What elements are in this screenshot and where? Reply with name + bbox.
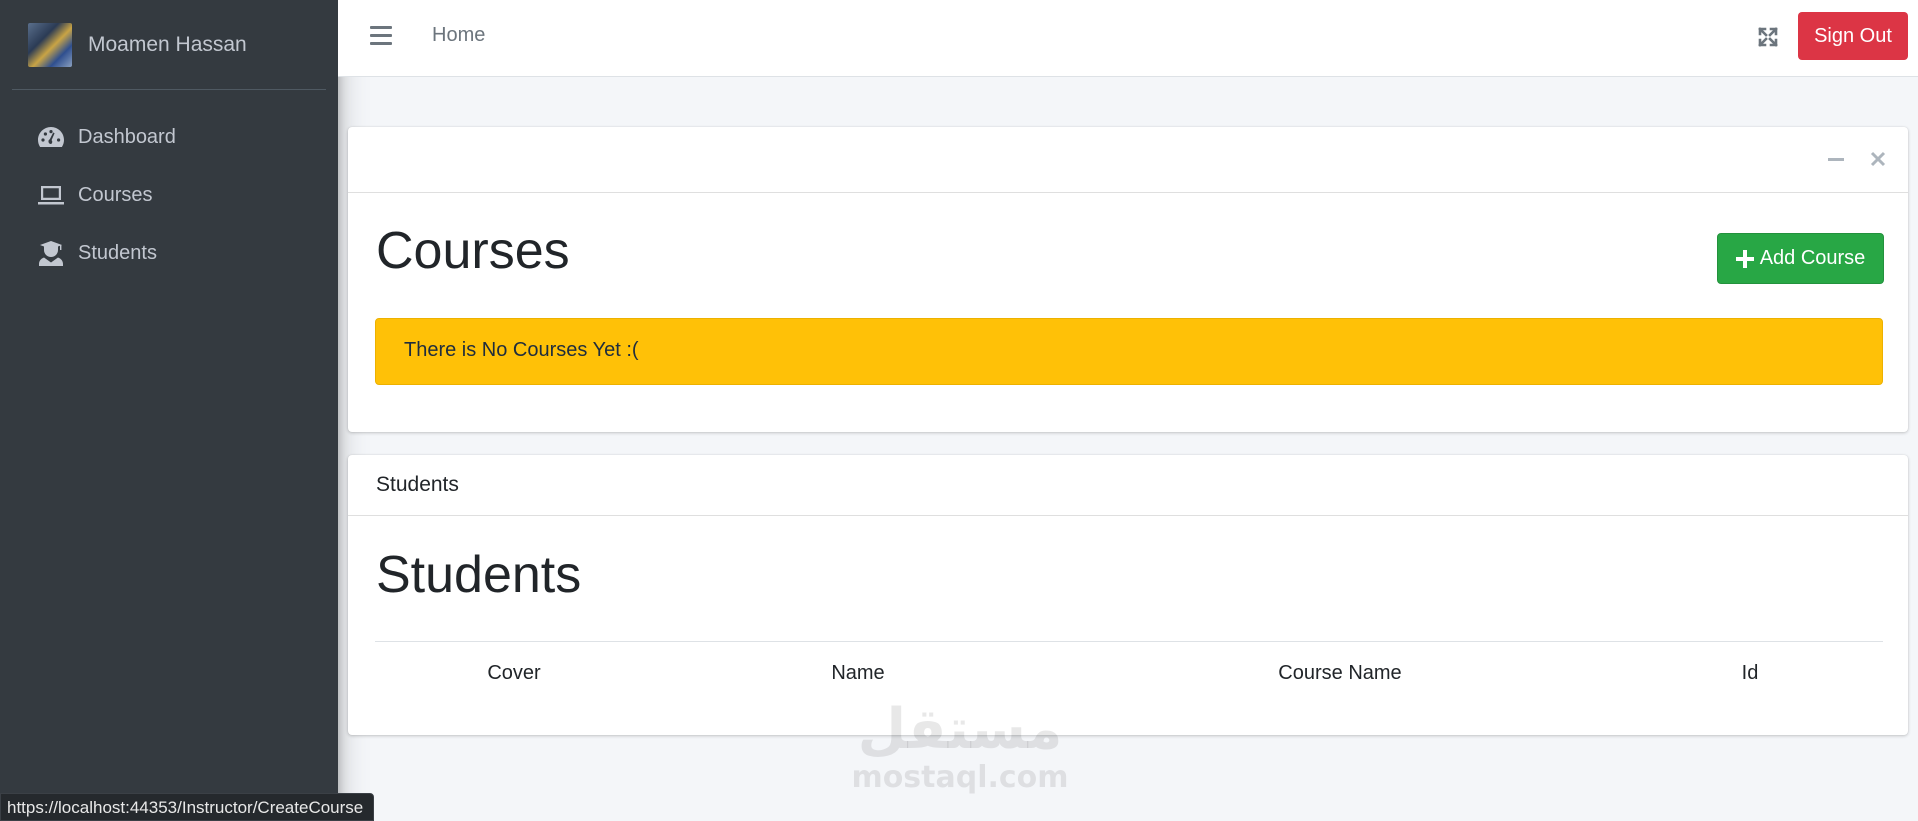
sign-out-button[interactable]: Sign Out bbox=[1798, 12, 1908, 60]
column-header-course-name: Course Name bbox=[1278, 662, 1402, 684]
watermark-arabic: مستقل bbox=[857, 697, 1063, 762]
courses-card: Courses Add Course There is No Courses Y… bbox=[348, 127, 1908, 432]
watermark-latin: mostaql.com bbox=[851, 760, 1069, 795]
collapse-minus-icon[interactable] bbox=[1826, 149, 1846, 169]
column-header-name: Name bbox=[831, 662, 885, 684]
sidebar-item-dashboard[interactable]: Dashboard bbox=[0, 108, 338, 166]
add-course-label: Add Course bbox=[1759, 247, 1866, 269]
students-header-label: Students bbox=[376, 473, 459, 496]
column-header-id: Id bbox=[1741, 662, 1759, 684]
home-link[interactable]: Home bbox=[432, 24, 485, 47]
user-graduate-icon bbox=[36, 240, 66, 266]
empty-courses-alert: There is No Courses Yet :( bbox=[375, 318, 1883, 385]
courses-title: Courses bbox=[376, 222, 570, 280]
card-header: Students bbox=[348, 455, 1908, 516]
add-course-button[interactable]: Add Course bbox=[1717, 233, 1884, 284]
students-table-header: Cover Name Course Name Id bbox=[375, 641, 1883, 703]
browser-status-url: https://localhost:44353/Instructor/Creat… bbox=[0, 793, 375, 821]
sidebar-nav: Dashboard Courses Students bbox=[0, 90, 338, 282]
column-header-cover: Cover bbox=[487, 662, 541, 684]
hamburger-menu-icon[interactable] bbox=[370, 26, 392, 48]
top-navbar: Home Sign Out bbox=[338, 0, 1918, 77]
card-tools bbox=[1826, 149, 1888, 169]
laptop-icon bbox=[36, 182, 66, 208]
sidebar-item-students[interactable]: Students bbox=[0, 224, 338, 282]
students-title: Students bbox=[376, 546, 582, 604]
sidebar-item-label: Dashboard bbox=[78, 125, 176, 148]
tachometer-icon bbox=[36, 124, 66, 150]
sidebar-item-courses[interactable]: Courses bbox=[0, 166, 338, 224]
plus-icon bbox=[1735, 249, 1754, 268]
user-panel[interactable]: Moamen Hassan bbox=[12, 0, 326, 90]
sidebar-item-label: Courses bbox=[78, 183, 153, 206]
watermark-logo: مستقل mostaql.com bbox=[850, 697, 1070, 796]
fullscreen-expand-icon[interactable] bbox=[1756, 25, 1780, 49]
user-name[interactable]: Moamen Hassan bbox=[88, 33, 247, 57]
sidebar: Moamen Hassan Dashboard Courses Students bbox=[0, 0, 338, 821]
students-card: Students Students Cover Name Course Name… bbox=[348, 455, 1908, 735]
avatar[interactable] bbox=[28, 22, 72, 67]
sidebar-item-label: Students bbox=[78, 241, 157, 264]
close-icon[interactable] bbox=[1868, 149, 1888, 169]
card-header bbox=[348, 127, 1908, 193]
